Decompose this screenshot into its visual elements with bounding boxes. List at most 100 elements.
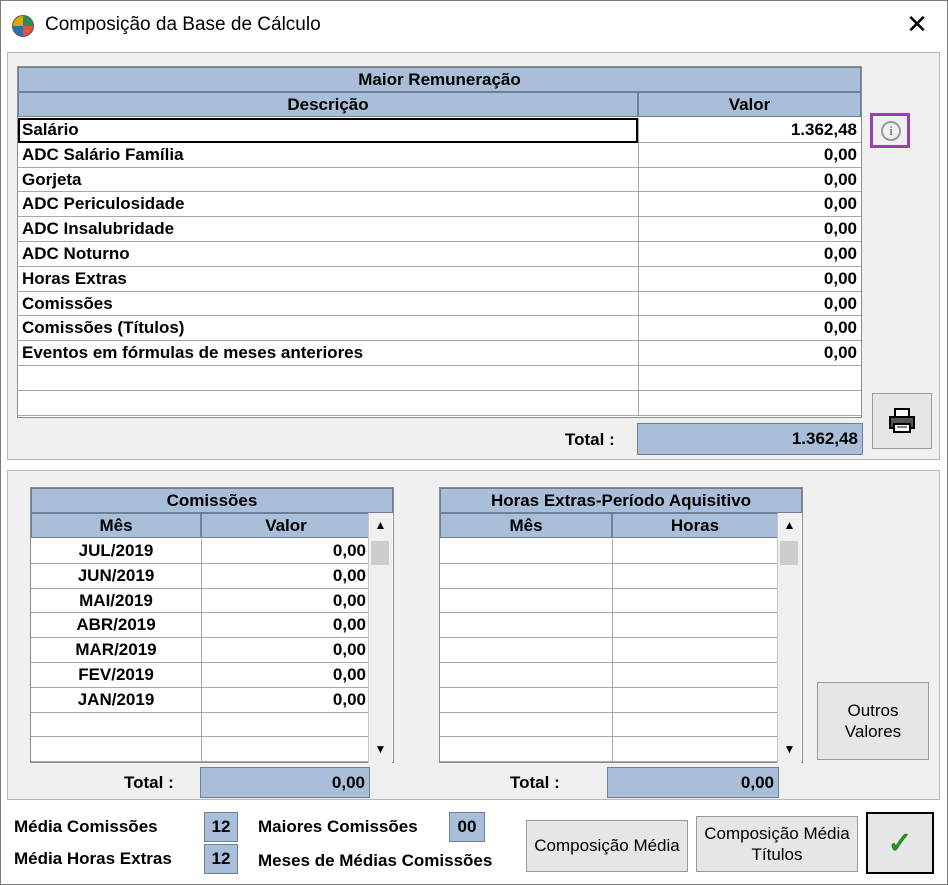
row-desc: Horas Extras bbox=[22, 268, 127, 288]
row-desc: Eventos em fórmulas de meses anteriores bbox=[22, 343, 364, 363]
table-row[interactable]: JUL/2019 0,00 bbox=[31, 539, 368, 564]
table-row[interactable]: ABR/2019 0,00 bbox=[31, 613, 368, 638]
table-row[interactable]: Comissões (Títulos) 0,00 bbox=[18, 316, 861, 341]
row-mes: MAI/2019 bbox=[79, 590, 153, 610]
scroll-up-icon[interactable]: ▲ bbox=[369, 513, 392, 537]
row-divider bbox=[440, 686, 777, 688]
row-divider bbox=[440, 587, 777, 589]
media-comissoes-label: Média Comissões bbox=[14, 817, 158, 836]
media-horas-value[interactable]: 12 bbox=[204, 844, 238, 874]
composicao-media-titulos-label: Composição Média Títulos bbox=[704, 824, 850, 864]
table-row[interactable]: Salário 1.362,48 bbox=[18, 118, 861, 143]
row-valor: 0,00 bbox=[823, 194, 857, 214]
row-mes: JAN/2019 bbox=[77, 689, 155, 709]
composicao-media-label: Composição Média bbox=[534, 836, 680, 855]
col-divider bbox=[638, 118, 639, 416]
row-valor: 0,00 bbox=[332, 640, 366, 660]
scroll-down-icon[interactable]: ▼ bbox=[369, 737, 392, 761]
scroll-thumb[interactable] bbox=[780, 541, 798, 565]
horas-col-mes[interactable]: Mês bbox=[440, 513, 612, 538]
media-horas-label: Média Horas Extras bbox=[14, 849, 172, 868]
comissoes-col-mes[interactable]: Mês bbox=[31, 513, 201, 538]
row-mes: JUN/2019 bbox=[77, 565, 155, 585]
row-valor: 0,00 bbox=[332, 541, 366, 560]
table-row[interactable]: ADC Noturno 0,00 bbox=[18, 242, 861, 267]
row-valor: 0,00 bbox=[332, 565, 366, 585]
table-row[interactable]: FEV/2019 0,00 bbox=[31, 663, 368, 688]
row-mes: ABR/2019 bbox=[76, 615, 156, 635]
main-grid-title: Maior Remuneração bbox=[18, 67, 861, 92]
row-divider bbox=[18, 389, 861, 391]
maiores-comissoes-value[interactable]: 00 bbox=[449, 812, 485, 842]
table-row[interactable]: ADC Insalubridade 0,00 bbox=[18, 217, 861, 242]
table-row[interactable]: JUN/2019 0,00 bbox=[31, 564, 368, 589]
row-valor: 0,00 bbox=[823, 144, 857, 164]
main-total-label: Total : bbox=[565, 430, 615, 449]
selected-cell-focus bbox=[18, 118, 638, 143]
composicao-media-button[interactable]: Composição Média bbox=[526, 820, 688, 872]
horas-total-value: 0,00 bbox=[607, 767, 779, 798]
row-mes: MAR/2019 bbox=[75, 640, 157, 660]
row-mes: FEV/2019 bbox=[78, 665, 154, 684]
row-valor: 0,00 bbox=[332, 689, 366, 709]
table-row[interactable]: JAN/2019 0,00 bbox=[31, 688, 368, 713]
row-valor: 0,00 bbox=[823, 318, 857, 338]
table-row[interactable]: ADC Salário Família 0,00 bbox=[18, 143, 861, 168]
info-button[interactable]: i bbox=[870, 113, 910, 148]
row-desc: Gorjeta bbox=[22, 169, 82, 189]
table-row[interactable]: Gorjeta 0,00 bbox=[18, 168, 861, 193]
row-valor: 0,00 bbox=[823, 219, 857, 239]
main-grid-col-desc[interactable]: Descrição bbox=[18, 92, 638, 117]
row-valor: 0,00 bbox=[823, 244, 857, 263]
row-valor: 0,00 bbox=[823, 268, 857, 288]
media-comissoes-value[interactable]: 12 bbox=[204, 812, 238, 842]
checkmark-icon: ✓ bbox=[887, 826, 913, 860]
table-row[interactable]: Eventos em fórmulas de meses anteriores 0… bbox=[18, 341, 861, 366]
row-valor: 0,00 bbox=[332, 590, 366, 610]
window-title: Composição da Base de Cálculo bbox=[45, 14, 321, 35]
row-valor: 0,00 bbox=[823, 343, 857, 363]
main-grid-col-valor[interactable]: Valor bbox=[638, 92, 861, 117]
horas-col-horas[interactable]: Horas bbox=[612, 513, 778, 538]
comissoes-total-label: Total : bbox=[124, 773, 174, 792]
printer-icon bbox=[889, 408, 915, 433]
row-divider bbox=[440, 612, 777, 614]
row-desc: ADC Insalubridade bbox=[22, 219, 175, 239]
composicao-media-titulos-button[interactable]: Composição Média Títulos bbox=[696, 816, 858, 872]
row-divider bbox=[440, 711, 777, 713]
comissoes-scrollbar[interactable]: ▲ ▼ bbox=[368, 513, 392, 763]
row-valor: 0,00 bbox=[332, 665, 366, 684]
scroll-up-icon[interactable]: ▲ bbox=[778, 513, 801, 537]
row-divider bbox=[440, 637, 777, 639]
close-icon[interactable]: ✕ bbox=[905, 11, 929, 37]
outros-valores-button[interactable]: Outros Valores bbox=[817, 682, 929, 760]
info-icon: i bbox=[881, 121, 901, 141]
horas-total-label: Total : bbox=[510, 773, 560, 792]
table-row[interactable]: ADC Periculosidade 0,00 bbox=[18, 192, 861, 217]
row-valor: 0,00 bbox=[823, 169, 857, 189]
scroll-thumb[interactable] bbox=[371, 541, 389, 565]
row-desc: ADC Salário Família bbox=[22, 144, 184, 164]
row-desc: Comissões bbox=[22, 293, 113, 313]
row-desc: ADC Noturno bbox=[22, 244, 130, 263]
outros-valores-label: Outros Valores bbox=[844, 701, 902, 741]
ok-button[interactable]: ✓ bbox=[866, 812, 934, 874]
scroll-down-icon[interactable]: ▼ bbox=[778, 737, 801, 761]
table-row[interactable]: MAI/2019 0,00 bbox=[31, 589, 368, 614]
row-desc: Comissões (Títulos) bbox=[22, 318, 185, 338]
row-valor: 0,00 bbox=[823, 293, 857, 313]
meses-medias-label: Meses de Médias Comissões bbox=[258, 851, 493, 870]
print-button[interactable] bbox=[872, 393, 932, 449]
comissoes-col-valor[interactable]: Valor bbox=[201, 513, 371, 538]
row-divider bbox=[440, 736, 777, 738]
row-desc: ADC Periculosidade bbox=[22, 194, 185, 214]
row-divider bbox=[440, 761, 777, 763]
horas-scrollbar[interactable]: ▲ ▼ bbox=[777, 513, 801, 763]
table-row[interactable]: MAR/2019 0,00 bbox=[31, 638, 368, 663]
app-icon bbox=[12, 15, 34, 37]
maiores-comissoes-label: Maiores Comissões bbox=[258, 817, 418, 836]
comissoes-grid-title: Comissões bbox=[31, 488, 393, 513]
col-divider bbox=[201, 539, 202, 762]
table-row[interactable]: Comissões 0,00 bbox=[18, 292, 861, 317]
table-row[interactable]: Horas Extras 0,00 bbox=[18, 267, 861, 292]
